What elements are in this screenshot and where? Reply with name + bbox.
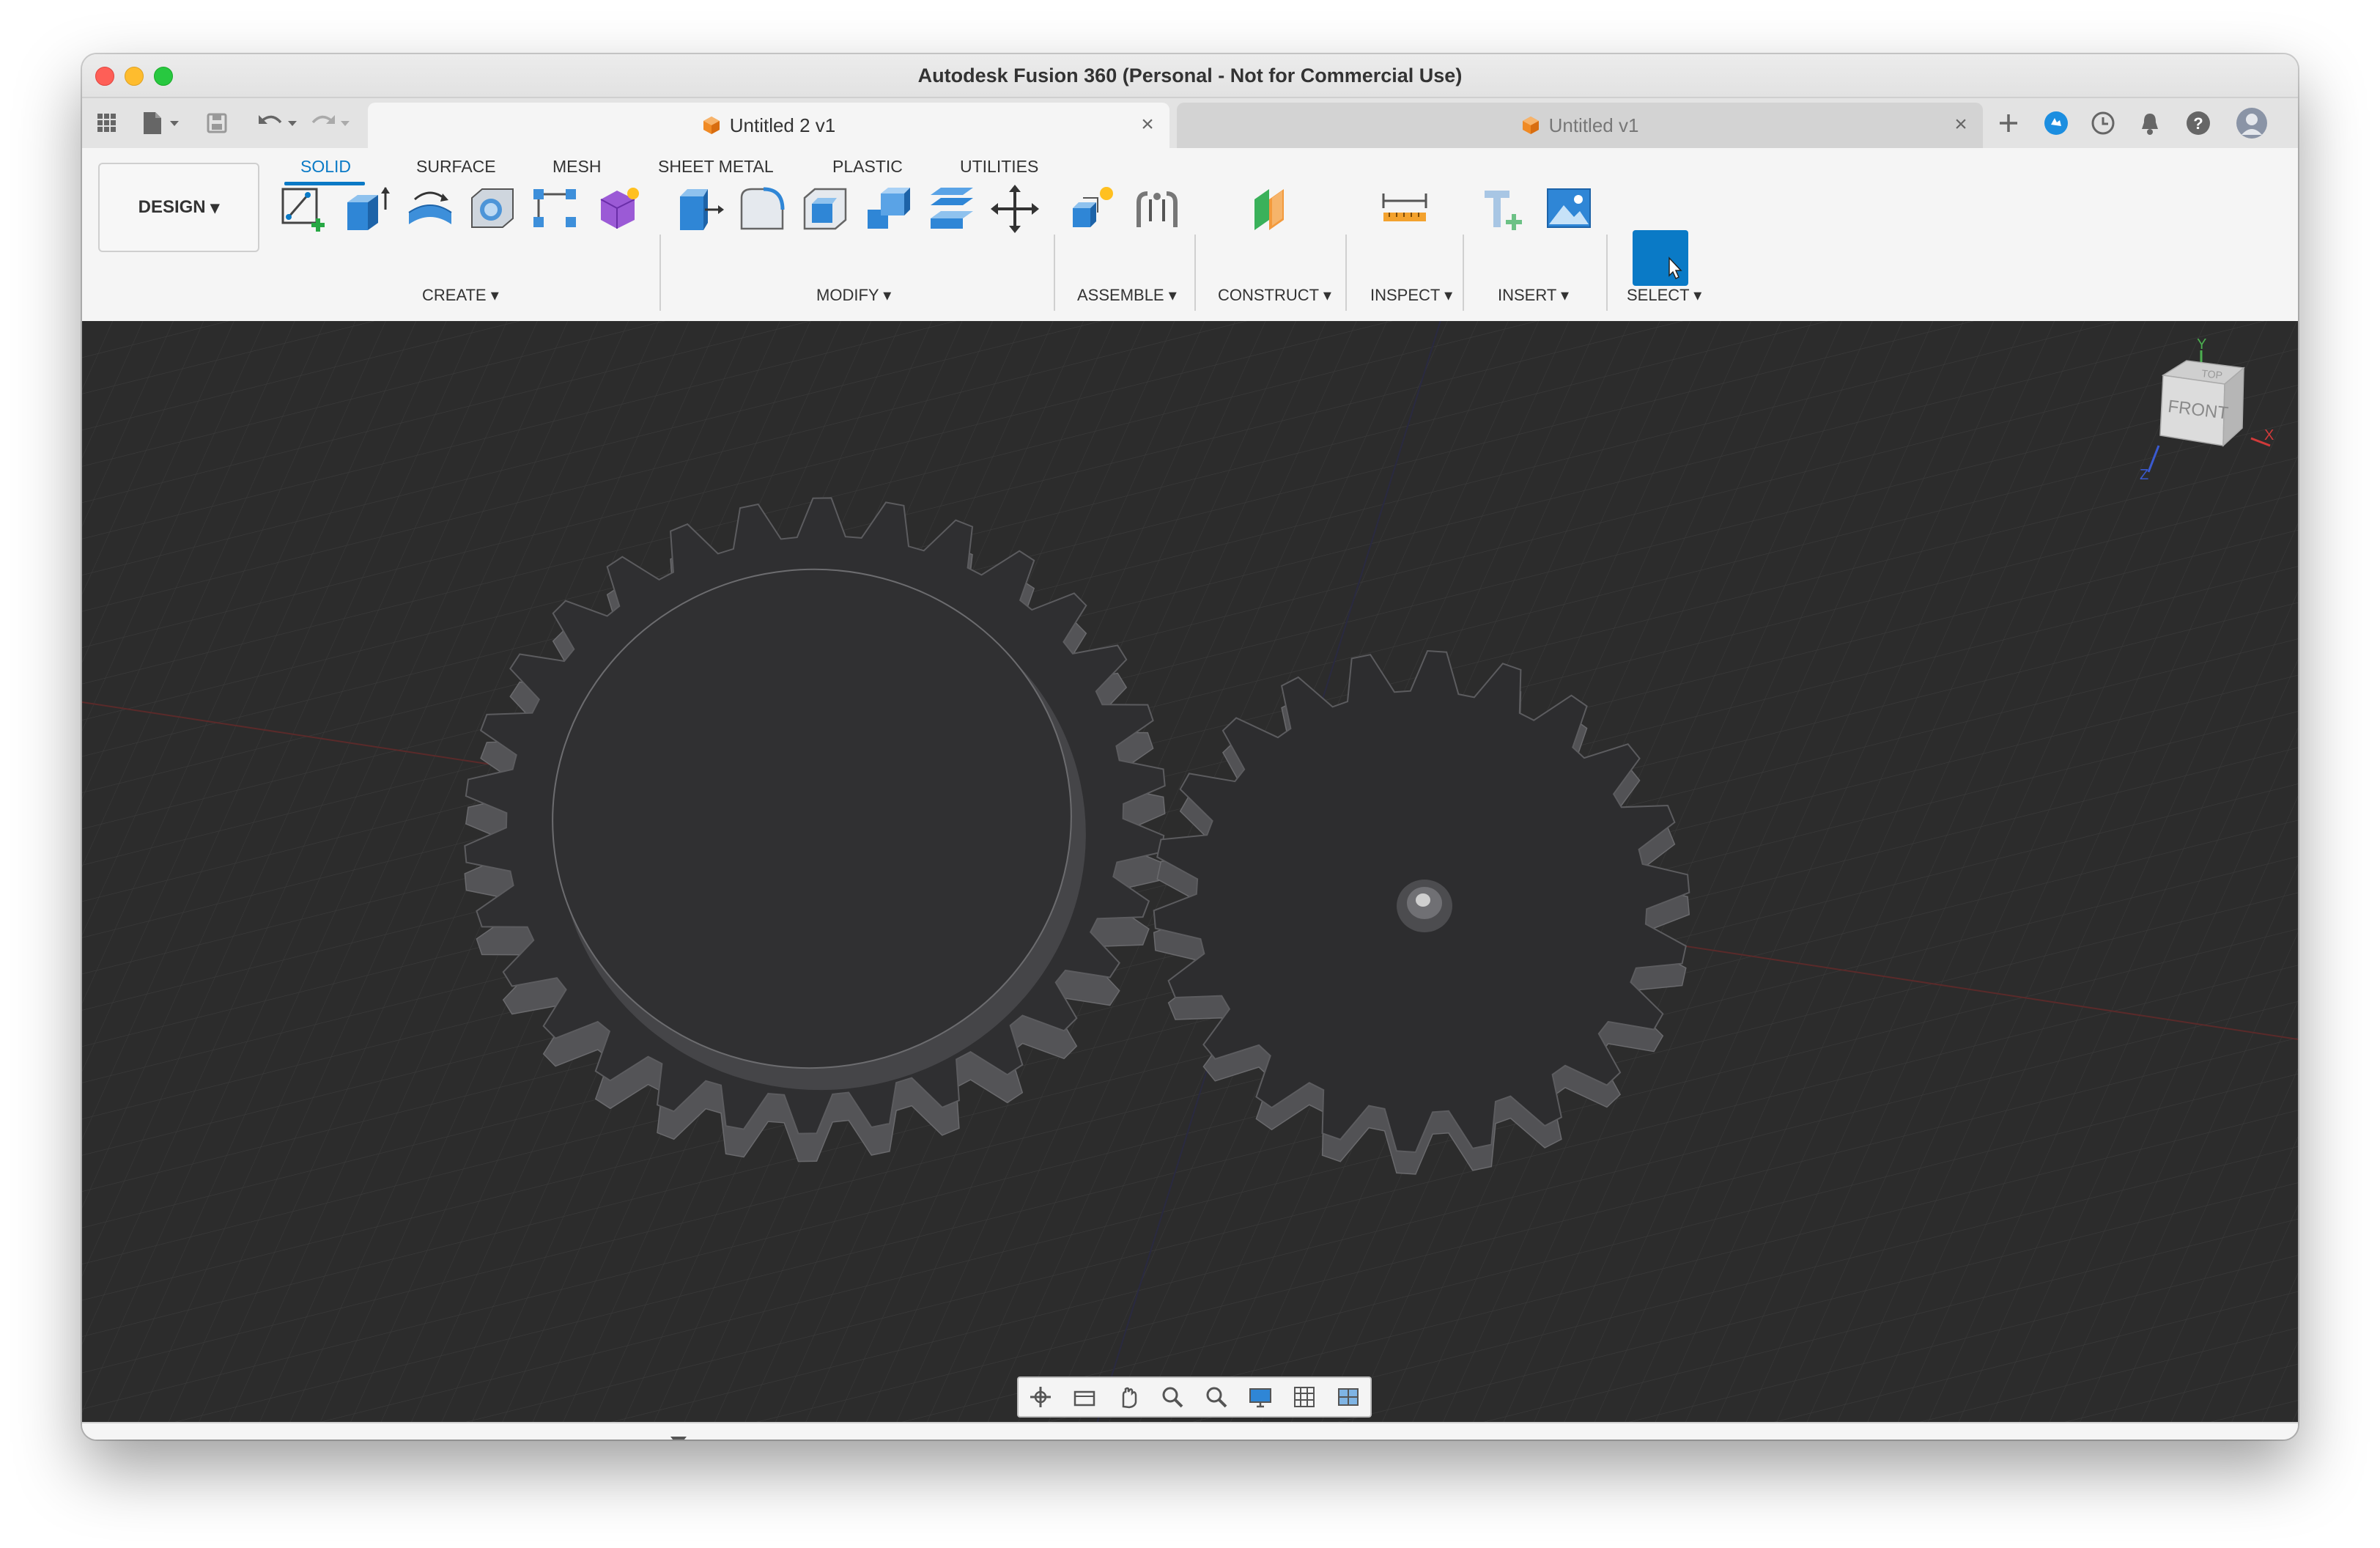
new-tab-icon[interactable] [1990,107,2027,139]
job-status-icon[interactable] [2087,107,2119,139]
tab-sheet-metal[interactable]: SHEET METAL [658,157,774,177]
toolbar-separator [1054,235,1055,311]
view-cube[interactable]: Y X Z TOP FRONT [2134,336,2280,490]
measure-icon[interactable] [1379,183,1430,235]
insert-canvas-icon[interactable] [1543,183,1594,235]
fillet-icon[interactable] [737,183,788,235]
move-copy-icon[interactable] [989,183,1041,235]
tab-plastic[interactable]: PLASTIC [832,157,903,177]
group-assemble-label: ASSEMBLE [1077,286,1164,304]
canvas-viewport[interactable]: Y X Z TOP FRONT [82,321,2298,1422]
close-tab-button[interactable]: × [1136,113,1159,136]
group-inspect-label: INSPECT [1370,286,1440,304]
press-pull-icon[interactable] [674,183,725,235]
help-icon[interactable]: ? [2182,107,2214,139]
extrude-icon[interactable] [341,183,393,235]
tab-surface[interactable]: SURFACE [416,157,496,177]
user-avatar-icon[interactable] [2233,107,2270,139]
group-insert[interactable]: INSERT ▾ [1498,286,1569,305]
joint-icon[interactable] [1131,183,1183,235]
select-tool-button[interactable] [1633,230,1688,286]
group-modify-label: MODIFY [816,286,879,304]
cursor-icon [1668,257,1682,280]
group-assemble[interactable]: ASSEMBLE ▾ [1077,286,1177,305]
look-at-icon[interactable] [1072,1385,1097,1409]
window-title: Autodesk Fusion 360 (Personal - Not for … [917,64,1463,86]
save-icon[interactable] [204,107,230,139]
display-settings-icon[interactable] [1248,1385,1273,1409]
tab-label: Untitled v1 [1548,114,1639,136]
workspace-switcher[interactable]: DESIGN ▾ [98,163,259,252]
axis-z-label: Z [2140,467,2148,483]
document-tab-bar: Untitled 2 v1 × Untitled v1 × ? [82,98,2298,149]
orbit-icon[interactable] [1028,1385,1053,1409]
pan-icon[interactable] [1116,1385,1141,1409]
zoom-icon[interactable] [1160,1385,1185,1409]
axis-x-label: X [2264,427,2274,443]
group-create-label: CREATE [422,286,487,304]
timeline-bar [82,1422,2298,1440]
group-modify[interactable]: MODIFY ▾ [816,286,891,305]
navigation-bar [1017,1376,1372,1418]
create-sketch-icon[interactable] [278,183,330,235]
toolbar-separator [659,235,661,311]
zoom-window-icon[interactable] [1204,1385,1229,1409]
apps-grid-icon[interactable] [92,107,122,139]
create-form-icon[interactable] [594,183,645,235]
toolbar-separator [1606,235,1608,311]
tab-untitled[interactable]: Untitled v1 × [1177,103,1983,148]
tab-utilities[interactable]: UTILITIES [960,157,1038,177]
tab-solid[interactable]: SOLID [300,157,351,177]
group-insert-label: INSERT [1498,286,1556,304]
revolve-icon[interactable] [404,183,456,235]
timeline-marker-handle[interactable] [670,1437,687,1440]
group-construct[interactable]: CONSTRUCT ▾ [1218,286,1331,305]
offset-plane-icon[interactable] [1247,183,1298,235]
insert-derive-icon[interactable] [1480,183,1531,235]
group-inspect[interactable]: INSPECT ▾ [1370,286,1452,305]
tab-untitled-2[interactable]: Untitled 2 v1 × [368,103,1169,148]
close-tab-button[interactable]: × [1949,113,1973,136]
grid-settings-icon[interactable] [1292,1385,1317,1409]
shell-icon[interactable] [800,183,851,235]
title-bar: Autodesk Fusion 360 (Personal - Not for … [82,54,2298,98]
app-window: Autodesk Fusion 360 (Personal - Not for … [82,54,2298,1440]
hole-icon[interactable] [468,183,519,235]
tab-label: Untitled 2 v1 [729,114,836,136]
group-create[interactable]: CREATE ▾ [422,286,499,305]
document-cube-icon [703,117,720,134]
toolbar-separator [1463,235,1464,311]
axis-y-label: Y [2197,336,2206,353]
viewports-icon[interactable] [1336,1385,1361,1409]
workspace-label: DESIGN [138,197,206,217]
pattern-icon[interactable] [531,183,582,235]
tab-mesh[interactable]: MESH [552,157,601,177]
3d-scene [82,321,2298,1422]
redo-icon[interactable] [308,107,353,139]
view-cube-top-label: TOP [2201,367,2223,381]
small-gear-shaft-highlight [1416,893,1430,907]
document-cube-icon [1522,117,1539,134]
extensions-icon[interactable] [2040,107,2072,139]
file-icon[interactable] [139,107,183,139]
toolbar-separator [1194,235,1196,311]
svg-text:?: ? [2193,114,2203,133]
ribbon-toolbar: DESIGN ▾ SOLID SURFACE MESH SHEET METAL … [82,148,2298,322]
group-construct-label: CONSTRUCT [1218,286,1319,304]
offset-faces-icon[interactable] [926,183,978,235]
toolbar-separator [1345,235,1347,311]
group-select-label: SELECT [1627,286,1690,304]
combine-icon[interactable] [863,183,914,235]
notifications-icon[interactable] [2134,107,2166,139]
undo-icon[interactable] [255,107,300,139]
group-select[interactable]: SELECT ▾ [1627,286,1701,305]
new-component-icon[interactable] [1068,183,1120,235]
